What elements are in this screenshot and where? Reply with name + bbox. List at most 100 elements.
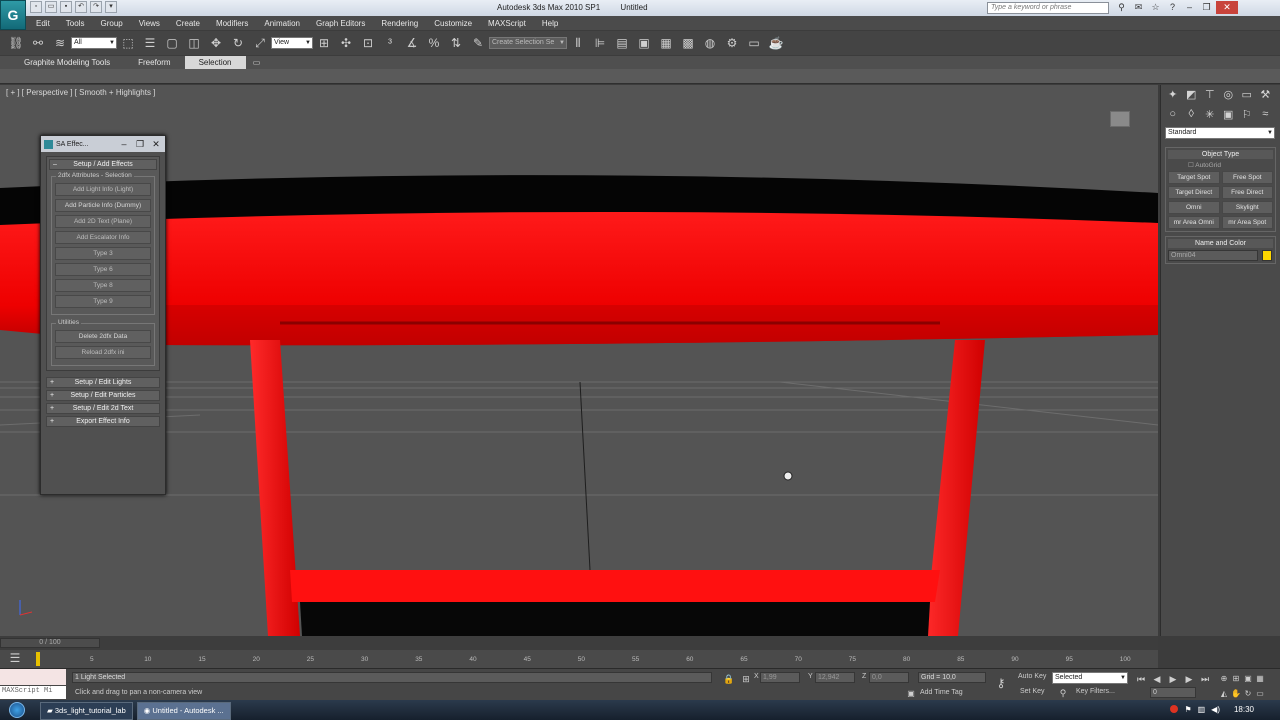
system-clock[interactable]: 18:30	[1234, 705, 1254, 714]
tray-volume-icon[interactable]: ◀)	[1211, 705, 1220, 714]
mirror-icon[interactable]: ⫴	[570, 35, 586, 51]
play-icon[interactable]: ▶	[1166, 671, 1180, 687]
link-icon[interactable]: ⛓	[8, 35, 24, 51]
edit-named-selection-icon[interactable]: ✎	[470, 35, 486, 51]
layer-manager-icon[interactable]: ▤	[614, 35, 630, 51]
tray-record-icon[interactable]	[1170, 705, 1179, 713]
tab-freeform[interactable]: Freeform	[124, 56, 184, 69]
align-icon[interactable]: ⊫	[592, 35, 608, 51]
keyboard-shortcut-icon[interactable]: ⊡	[360, 35, 376, 51]
manipulate-icon[interactable]: ✣	[338, 35, 354, 51]
rollout-export-effect-info[interactable]: + Export Effect Info	[46, 416, 160, 427]
tab-graphite-modeling-tools[interactable]: Graphite Modeling Tools	[10, 56, 124, 69]
zoom-extents-icon[interactable]: ▣	[1243, 671, 1253, 687]
sa-minimize-button[interactable]: –	[118, 139, 130, 149]
open-file-icon[interactable]: ▭	[45, 1, 57, 13]
taskbar-item-tutorial[interactable]: ▰ 3ds_light_tutorial_lab	[40, 701, 133, 720]
menu-edit[interactable]: Edit	[36, 19, 50, 28]
material-editor-icon[interactable]: ◍	[702, 35, 718, 51]
rectangular-selection-icon[interactable]: ▢	[164, 35, 180, 51]
window-crossing-icon[interactable]: ◫	[186, 35, 202, 51]
mini-curve-editor-icon[interactable]: ☰	[7, 650, 23, 666]
add-escalator-info-button[interactable]: Add Escalator Info	[55, 231, 151, 244]
tray-network-icon[interactable]: ▥	[1198, 705, 1206, 714]
spinner-snap-icon[interactable]: ⇅	[448, 35, 464, 51]
selection-filter-dropdown[interactable]: All ▼	[71, 37, 117, 49]
select-object-icon[interactable]: ⬚	[120, 35, 136, 51]
viewcube-icon[interactable]	[1110, 111, 1130, 127]
next-frame-icon[interactable]: ▶	[1182, 671, 1196, 687]
rollout-header[interactable]: – Setup / Add Effects	[49, 159, 157, 170]
unlink-icon[interactable]: ⚯	[30, 35, 46, 51]
pivot-center-icon[interactable]: ⊞	[316, 35, 332, 51]
angle-snap-icon[interactable]: ∡	[404, 35, 420, 51]
light-category-dropdown[interactable]: Standard ▼	[1165, 127, 1275, 139]
select-rotate-icon[interactable]: ↻	[230, 35, 246, 51]
target-spot-button[interactable]: Target Spot	[1168, 171, 1220, 184]
rollout-setup-edit-lights[interactable]: + Setup / Edit Lights	[46, 377, 160, 388]
hierarchy-tab-icon[interactable]: ⊤	[1202, 88, 1218, 102]
binoculars-icon[interactable]: ⚲	[1114, 1, 1129, 14]
select-by-name-icon[interactable]: ☰	[142, 35, 158, 51]
y-coordinate-field[interactable]: 12,942	[815, 672, 855, 683]
restore-button[interactable]: ❐	[1199, 1, 1214, 14]
rollout-setup-edit-particles[interactable]: + Setup / Edit Particles	[46, 390, 160, 401]
reference-coordinate-dropdown[interactable]: View ▼	[271, 37, 313, 49]
select-move-icon[interactable]: ✥	[208, 35, 224, 51]
go-to-start-icon[interactable]: ⏮	[1134, 671, 1148, 687]
type-9-button[interactable]: Type 9	[55, 295, 151, 308]
taskbar-item-3dsmax[interactable]: ◉ Untitled - Autodesk ...	[136, 701, 231, 720]
lights-icon[interactable]: ✳	[1202, 108, 1218, 122]
name-and-color-header[interactable]: Name and Color	[1168, 239, 1273, 248]
communication-icon[interactable]: ✉	[1131, 1, 1146, 14]
menu-group[interactable]: Group	[100, 19, 122, 28]
modify-tab-icon[interactable]: ◩	[1184, 88, 1200, 102]
rollout-setup-edit-2d-text[interactable]: + Setup / Edit 2d Text	[46, 403, 160, 414]
object-name-field[interactable]: Omni04	[1168, 250, 1258, 261]
menu-maxscript[interactable]: MAXScript	[488, 19, 526, 28]
menu-animation[interactable]: Animation	[264, 19, 300, 28]
set-key-icon[interactable]: ⚲	[1055, 685, 1071, 701]
geometry-icon[interactable]: ○	[1165, 108, 1181, 122]
menu-rendering[interactable]: Rendering	[381, 19, 418, 28]
target-direct-button[interactable]: Target Direct	[1168, 186, 1220, 199]
undo-icon[interactable]: ↶	[75, 1, 87, 13]
absolute-mode-icon[interactable]: ⊞	[738, 671, 754, 687]
x-coordinate-field[interactable]: 1,99	[760, 672, 800, 683]
search-input[interactable]: Type a keyword or phrase	[987, 2, 1109, 14]
add-light-info-button[interactable]: Add Light Info (Light)	[55, 183, 151, 196]
motion-tab-icon[interactable]: ◎	[1221, 88, 1237, 102]
type-3-button[interactable]: Type 3	[55, 247, 151, 260]
auto-key-button[interactable]: Auto Key	[1018, 673, 1046, 680]
helpers-icon[interactable]: ⚐	[1239, 108, 1255, 122]
graphite-toggle-icon[interactable]: ▣	[636, 35, 652, 51]
menu-views[interactable]: Views	[139, 19, 160, 28]
zoom-extents-all-icon[interactable]: ▦	[1255, 671, 1265, 687]
application-button[interactable]: G	[0, 0, 26, 30]
z-coordinate-field[interactable]: 0,0	[869, 672, 909, 683]
display-tab-icon[interactable]: ▭	[1239, 88, 1255, 102]
time-slider[interactable]: 0 / 100	[0, 636, 1158, 650]
help-icon[interactable]: ?	[1165, 1, 1180, 14]
shapes-icon[interactable]: ◊	[1184, 108, 1200, 122]
create-tab-icon[interactable]: ✦	[1165, 88, 1181, 102]
maxscript-mini-listener[interactable]: MAXScript Mi	[0, 686, 66, 699]
start-button[interactable]	[0, 700, 34, 720]
new-file-icon[interactable]: ▫	[30, 1, 42, 13]
key-icon[interactable]: ⚷	[993, 675, 1009, 691]
type-8-button[interactable]: Type 8	[55, 279, 151, 292]
set-key-button[interactable]: Set Key	[1020, 688, 1045, 695]
minimize-button[interactable]: –	[1182, 1, 1197, 14]
track-bar[interactable]: ☰ 5 10 15 20 25 30 35 40 45 50 55 60 65 70 75 80 85 90 95 1…	[0, 650, 1158, 668]
viewport-label[interactable]: [ + ] [ Perspective ] [ Smooth + Highlig…	[6, 88, 155, 97]
delete-2dfx-data-button[interactable]: Delete 2dfx Data	[55, 330, 151, 343]
omni-button[interactable]: Omni	[1168, 201, 1220, 214]
zoom-all-icon[interactable]: ⊞	[1231, 671, 1241, 687]
zoom-icon[interactable]: ⊕	[1219, 671, 1229, 687]
sa-restore-button[interactable]: ❐	[134, 139, 146, 150]
menu-tools[interactable]: Tools	[66, 19, 85, 28]
percent-snap-icon[interactable]: %	[426, 35, 442, 51]
bind-space-warp-icon[interactable]: ≋	[52, 35, 68, 51]
selection-lock-icon[interactable]: 🔒	[721, 671, 737, 687]
tray-flag-icon[interactable]: ⚑	[1184, 705, 1191, 714]
